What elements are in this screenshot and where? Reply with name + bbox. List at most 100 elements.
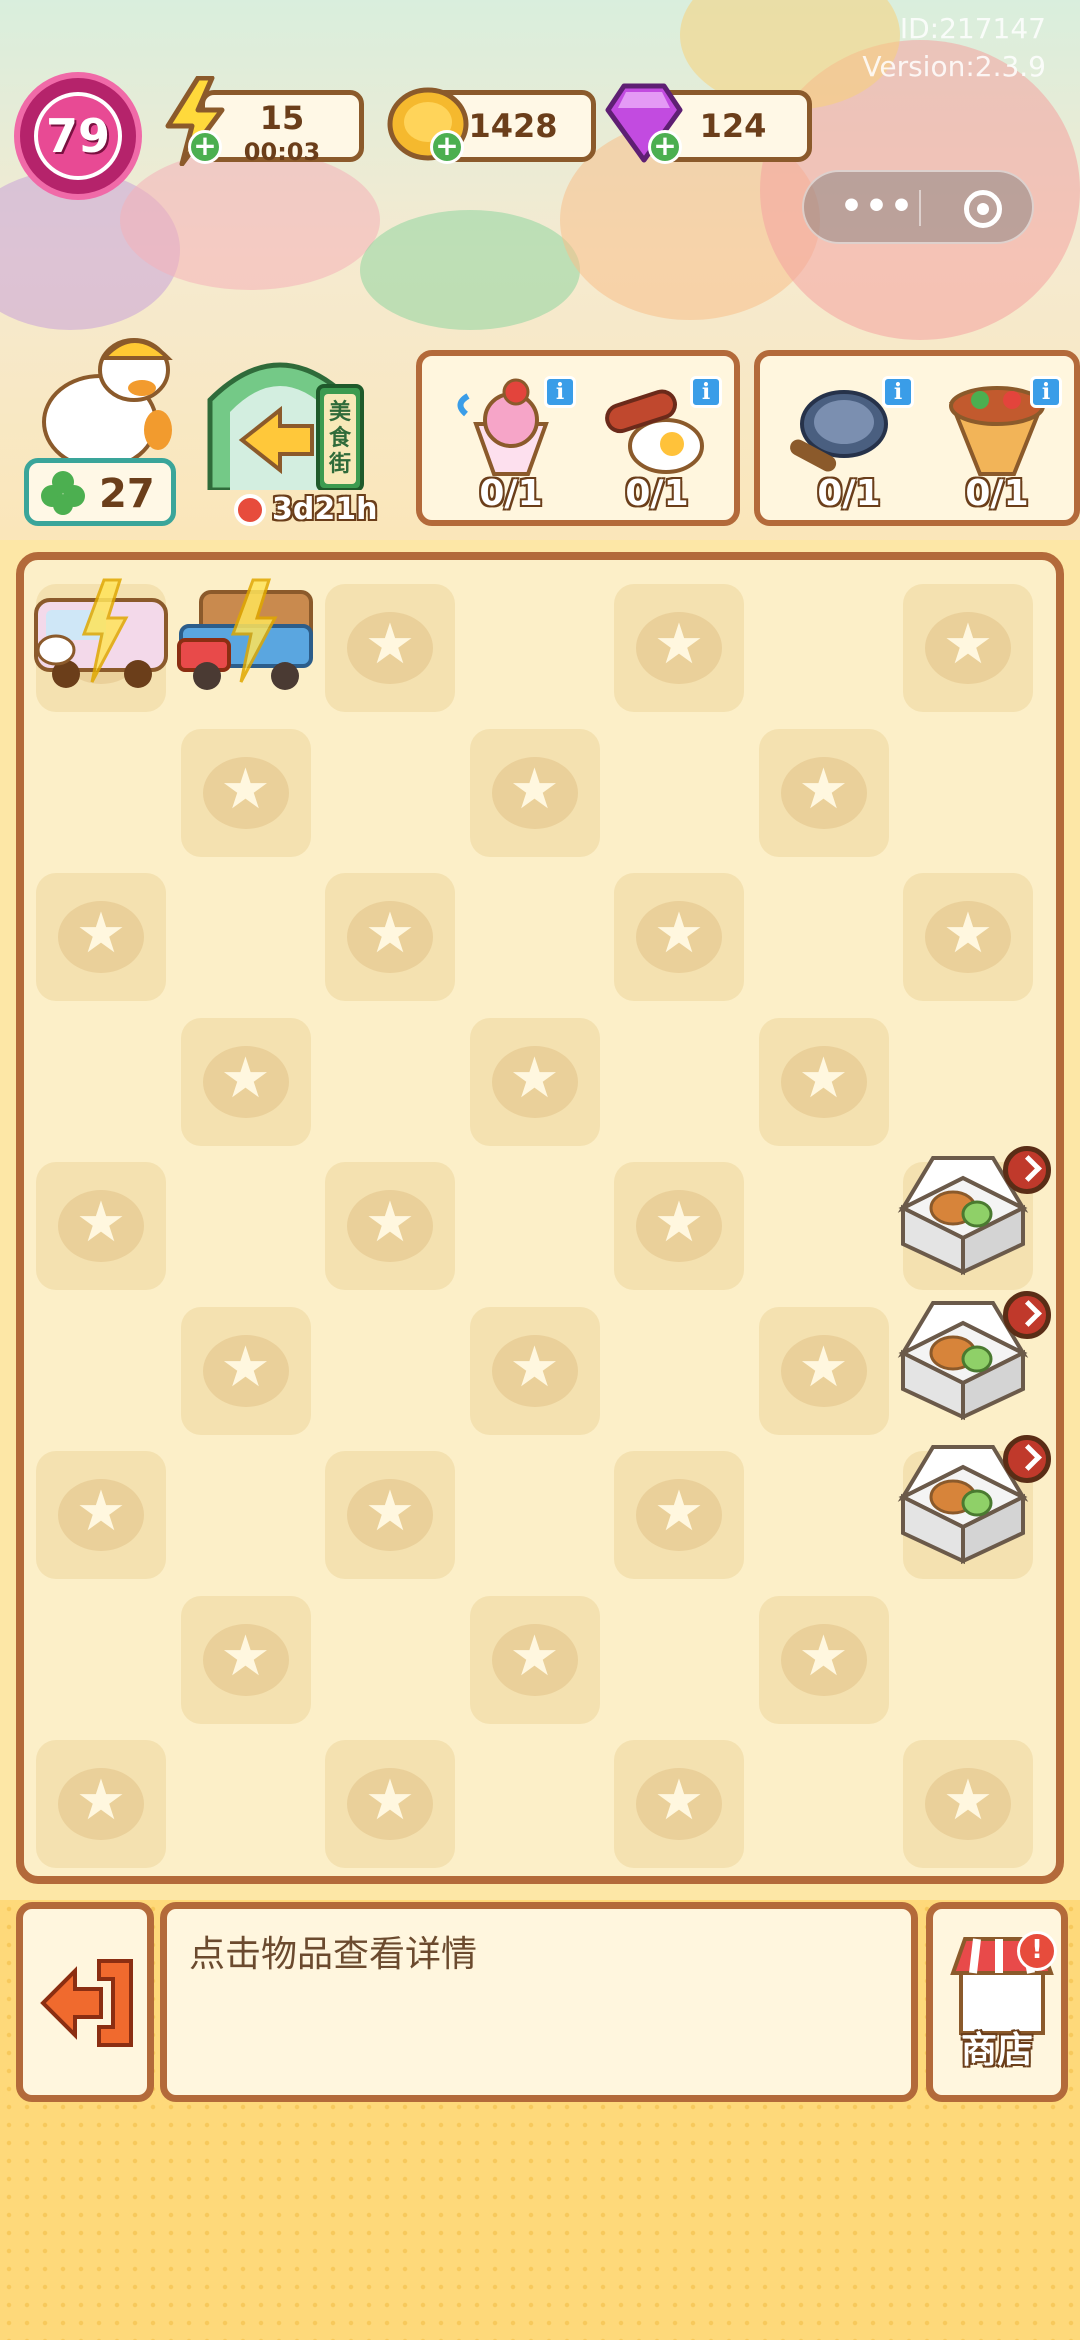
board-cell[interactable]	[325, 1018, 455, 1146]
order-item-info-icon[interactable]: i	[1030, 376, 1062, 408]
board-cell[interactable]	[325, 1451, 455, 1579]
board-cell[interactable]	[325, 1162, 455, 1290]
board-cell[interactable]	[36, 1162, 166, 1290]
board-cell[interactable]	[759, 1451, 889, 1579]
add-gems-button[interactable]: +	[648, 130, 682, 164]
player-level-badge[interactable]: 79	[14, 72, 142, 200]
board-cell[interactable]	[36, 873, 166, 1001]
exit-button[interactable]	[16, 1902, 154, 2102]
order-item-info-icon[interactable]: i	[882, 376, 914, 408]
order-item-info-icon[interactable]: i	[544, 376, 576, 408]
merge-board	[16, 552, 1064, 1884]
board-cell[interactable]	[614, 1451, 744, 1579]
board-cell[interactable]	[181, 1451, 311, 1579]
board-cell[interactable]	[903, 873, 1033, 1001]
board-cell[interactable]	[903, 729, 1033, 857]
board-cell[interactable]	[758, 1306, 889, 1435]
clover-value: 27	[99, 471, 155, 517]
board-cell[interactable]	[759, 1740, 889, 1868]
order-item-count: 0/1	[479, 473, 543, 514]
board-cell[interactable]	[469, 1017, 600, 1146]
board-cell[interactable]	[470, 873, 600, 1001]
board-cell[interactable]	[325, 584, 455, 712]
order-item-info-icon[interactable]: i	[690, 376, 722, 408]
board-cell[interactable]	[614, 1740, 744, 1868]
board-cell[interactable]	[180, 1306, 311, 1435]
board-cell[interactable]	[36, 1596, 166, 1724]
clover-icon	[41, 471, 85, 515]
board-cell[interactable]	[180, 1017, 311, 1146]
board-cell[interactable]	[36, 1451, 166, 1579]
duck-worker-avatar[interactable]	[30, 330, 180, 470]
board-cell[interactable]	[325, 873, 455, 1001]
order-item-count: 0/1	[817, 473, 881, 514]
add-energy-button[interactable]: +	[188, 130, 222, 164]
board-cell[interactable]	[470, 1162, 600, 1290]
order-item-frying-pan[interactable]: i 0/1	[784, 374, 914, 514]
more-icon[interactable]: •••	[840, 186, 915, 227]
board-cell[interactable]	[614, 1162, 744, 1290]
board-cell[interactable]	[903, 1018, 1033, 1146]
board-cell[interactable]	[325, 1740, 455, 1868]
scenery-tree-pink	[120, 150, 380, 290]
production-timer-icon	[1003, 1435, 1051, 1483]
board-cell[interactable]	[181, 873, 311, 1001]
board-cell[interactable]	[180, 728, 311, 857]
event-timer: 3d21h	[234, 492, 377, 527]
version-text: Version:2.3.9	[862, 50, 1046, 83]
board-cell[interactable]	[181, 1162, 311, 1290]
board-cell[interactable]	[614, 1307, 744, 1435]
board-cell[interactable]	[758, 1595, 889, 1724]
scenery-umbrella-green	[360, 210, 580, 330]
close-mini-program-icon[interactable]	[964, 190, 1002, 228]
shop-button[interactable]: ! 商店	[926, 1902, 1068, 2102]
production-timer-icon	[1003, 1146, 1051, 1194]
board-cell[interactable]	[36, 1307, 166, 1435]
food-street-event-gate[interactable]: 美食街	[200, 340, 390, 493]
board-cell[interactable]	[325, 729, 455, 857]
board-cell[interactable]	[903, 1596, 1033, 1724]
board-cell[interactable]	[759, 584, 889, 712]
board-cell[interactable]	[614, 1596, 744, 1724]
board-cell[interactable]	[759, 1162, 889, 1290]
order-item-count: 0/1	[965, 473, 1029, 514]
board-cell[interactable]	[758, 728, 889, 857]
board-cell[interactable]	[614, 584, 744, 712]
player-level-value: 79	[34, 92, 122, 180]
board-cell[interactable]	[325, 1596, 455, 1724]
order-card-2[interactable]: i 0/1 i 0/1	[754, 350, 1080, 526]
ice-cream-truck-icon	[34, 578, 168, 688]
order-item-count: 0/1	[625, 473, 689, 514]
board-cell[interactable]	[180, 1595, 311, 1724]
order-card-1[interactable]: i 0/1 i 0/1	[416, 350, 740, 526]
event-timer-text: 3d21h	[272, 492, 378, 527]
shop-alert-badge: !	[1017, 1931, 1057, 1971]
ice-cream-truck[interactable]	[26, 570, 176, 704]
board-cell[interactable]	[181, 1740, 311, 1868]
board-cell[interactable]	[36, 729, 166, 857]
clover-counter[interactable]: 27	[24, 458, 176, 526]
board-cell[interactable]	[903, 584, 1033, 712]
board-cell[interactable]	[325, 1307, 455, 1435]
board-cell[interactable]	[470, 1451, 600, 1579]
board-cell[interactable]	[469, 1595, 600, 1724]
board-cell[interactable]	[469, 728, 600, 857]
board-cell[interactable]	[36, 1018, 166, 1146]
board-cell[interactable]	[470, 1740, 600, 1868]
board-cell[interactable]	[469, 1306, 600, 1435]
board-cell[interactable]	[614, 1018, 744, 1146]
delivery-truck[interactable]	[171, 570, 321, 704]
board-cell[interactable]	[614, 873, 744, 1001]
board-cell[interactable]	[614, 729, 744, 857]
event-sign-text: 美食街	[328, 400, 351, 477]
order-item-egg-sausage[interactable]: i 0/1	[592, 374, 722, 514]
board-cell[interactable]	[758, 1017, 889, 1146]
order-item-ice-cream[interactable]: i 0/1	[446, 374, 576, 514]
board-cell[interactable]	[903, 1740, 1033, 1868]
board-cell[interactable]	[470, 584, 600, 712]
board-cell[interactable]	[36, 1740, 166, 1868]
add-coins-button[interactable]: +	[430, 130, 464, 164]
player-id-text: ID:217147	[899, 12, 1046, 45]
order-item-wrap[interactable]: i 0/1	[932, 374, 1062, 514]
board-cell[interactable]	[759, 873, 889, 1001]
